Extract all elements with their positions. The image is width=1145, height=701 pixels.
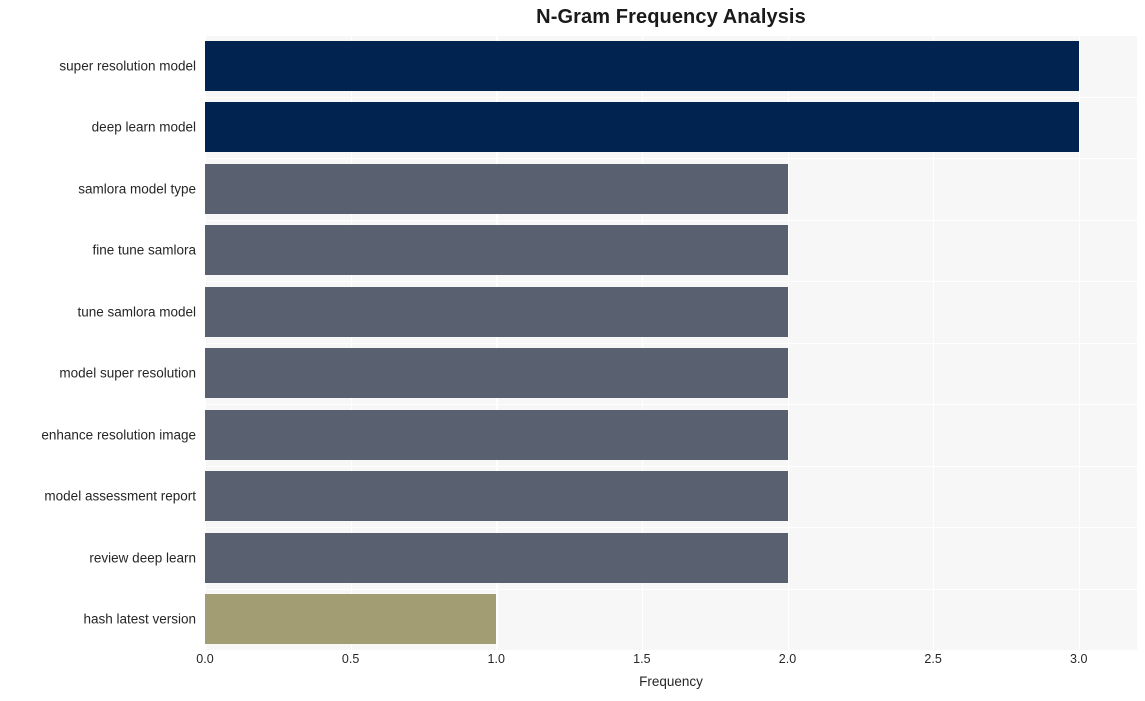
bar bbox=[205, 594, 497, 645]
y-axis-tick-label: super resolution model bbox=[59, 58, 196, 74]
bar bbox=[205, 471, 788, 522]
bar bbox=[205, 532, 788, 583]
bars-layer bbox=[205, 35, 1137, 650]
bar bbox=[205, 40, 1079, 91]
y-axis-tick-label: samlora model type bbox=[78, 181, 196, 197]
x-axis-tick-label: 0.0 bbox=[196, 652, 214, 666]
y-axis-tick-label: model super resolution bbox=[59, 365, 196, 381]
x-axis-tick-labels: 0.0 0.5 1.0 1.5 2.0 2.5 3.0 bbox=[196, 652, 1137, 672]
plot-area bbox=[205, 35, 1137, 652]
x-axis-tick-label: 0.5 bbox=[341, 652, 360, 666]
chart-figure: N-Gram Frequency Analysis super resoluti… bbox=[0, 0, 1145, 701]
chart-title: N-Gram Frequency Analysis bbox=[536, 6, 806, 28]
y-axis-tick-label: hash latest version bbox=[83, 611, 196, 627]
bar bbox=[205, 163, 788, 214]
x-axis-tick-label: 1.5 bbox=[633, 652, 651, 666]
bar bbox=[205, 102, 1079, 153]
x-axis-title: Frequency bbox=[639, 674, 703, 689]
bar bbox=[205, 409, 788, 460]
y-axis-tick-label: fine tune samlora bbox=[92, 242, 196, 258]
y-axis-tick-labels: super resolution model deep learn model sa… bbox=[0, 35, 196, 650]
y-axis-tick-label: model assessment report bbox=[44, 488, 196, 504]
x-axis-tick-label: 3.0 bbox=[1070, 652, 1088, 666]
bar bbox=[205, 286, 788, 337]
y-axis-tick-label: deep learn model bbox=[91, 119, 196, 135]
x-axis-tick-label: 2.5 bbox=[924, 652, 942, 666]
y-axis-tick-label: tune samlora model bbox=[77, 304, 196, 320]
y-axis-tick-label: enhance resolution image bbox=[41, 427, 196, 443]
bar bbox=[205, 225, 788, 276]
x-axis-tick-label: 2.0 bbox=[778, 652, 797, 666]
bar bbox=[205, 348, 788, 399]
x-axis-tick-label: 1.0 bbox=[487, 652, 505, 666]
y-axis-tick-label: review deep learn bbox=[89, 550, 196, 566]
